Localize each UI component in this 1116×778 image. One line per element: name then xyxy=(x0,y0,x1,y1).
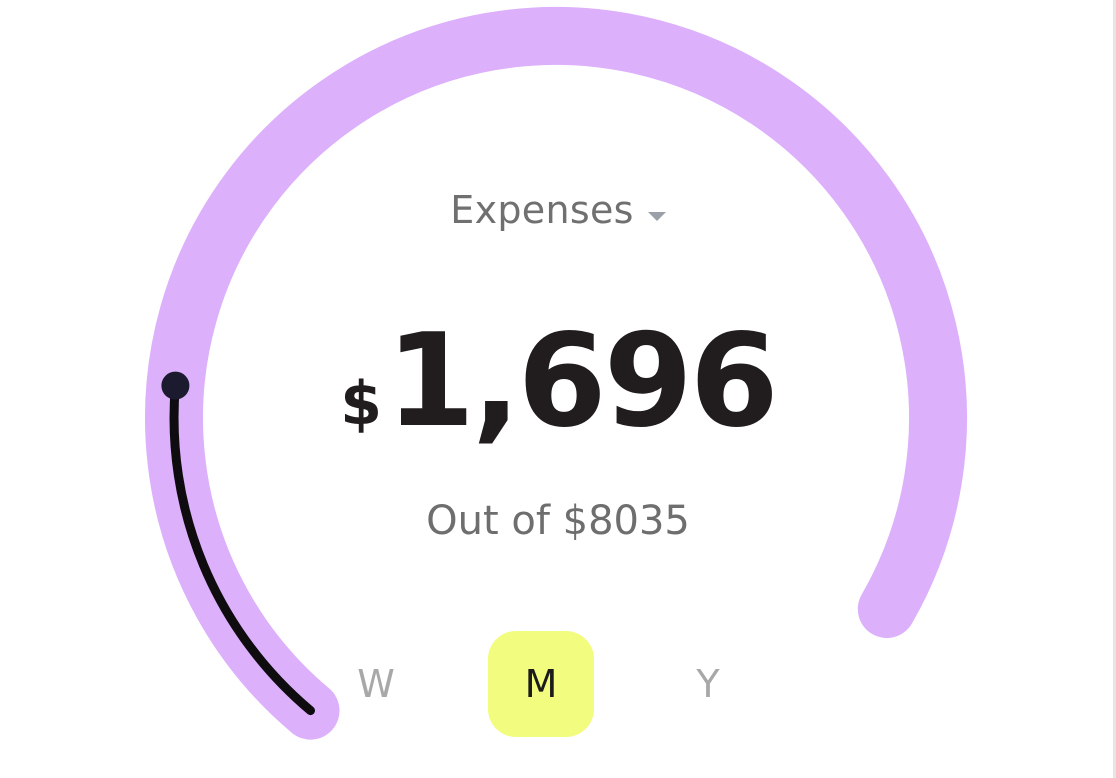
metric-label: Expenses xyxy=(450,188,634,232)
total-budget: Out of $8035 xyxy=(426,498,690,544)
amount-display: $ 1,696 xyxy=(0,318,1116,446)
tab-month[interactable]: M xyxy=(488,631,594,737)
tab-week[interactable]: W xyxy=(323,631,429,737)
metric-selector[interactable]: Expenses xyxy=(0,188,1116,232)
currency-symbol: $ xyxy=(340,369,382,439)
expenses-gauge-widget: Expenses $ 1,696 Out of $8035 W M Y xyxy=(0,0,1116,778)
tab-year[interactable]: Y xyxy=(655,631,761,737)
chevron-down-icon xyxy=(647,211,666,221)
amount-value: 1,696 xyxy=(385,307,779,456)
